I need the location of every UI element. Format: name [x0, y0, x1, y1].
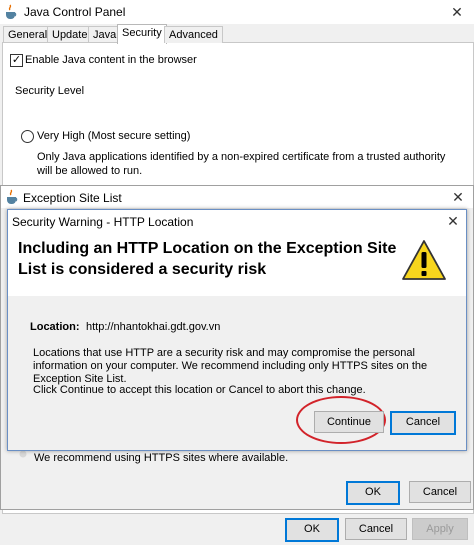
jcp-titlebar[interactable]: Java Control Panel ✕ [0, 0, 474, 24]
jcp-title: Java Control Panel [24, 5, 126, 19]
esl-cancel-button[interactable]: Cancel [409, 481, 471, 503]
very-high-description: Only Java applications identified by a n… [37, 151, 446, 177]
very-high-label: Very High (Most secure setting) [37, 130, 191, 142]
continue-button[interactable]: Continue [314, 411, 384, 433]
checkmark-icon: ✓ [11, 54, 22, 66]
continue-instruction: Click Continue to accept this location o… [33, 384, 366, 396]
very-high-radio[interactable] [21, 130, 34, 143]
tab-security[interactable]: Security [117, 24, 167, 44]
location-value: http://nhantokhai.gdt.gov.vn [86, 321, 221, 333]
esl-ok-button[interactable]: OK [346, 481, 400, 505]
jcp-close-icon[interactable]: ✕ [446, 2, 468, 22]
location-label: Location: [30, 321, 80, 333]
esl-close-icon[interactable]: ✕ [447, 187, 469, 207]
warning-heading: Including an HTTP Location on the Except… [18, 240, 397, 278]
jcp-apply-button[interactable]: Apply [412, 518, 468, 540]
java-cup-icon [6, 4, 17, 19]
tab-update[interactable]: Update [47, 26, 93, 43]
warning-triangle-icon [402, 240, 446, 280]
java-cup-icon [7, 189, 18, 204]
warning-close-icon[interactable]: ✕ [442, 211, 464, 231]
jcp-cancel-button[interactable]: Cancel [345, 518, 407, 540]
esl-titlebar[interactable]: Exception Site List ✕ [1, 186, 473, 208]
esl-title: Exception Site List [23, 191, 122, 205]
warning-cancel-button[interactable]: Cancel [390, 411, 456, 435]
tab-advanced[interactable]: Advanced [164, 26, 223, 43]
info-icon [19, 450, 27, 458]
tab-general[interactable]: General [3, 26, 53, 43]
https-recommendation-text: We recommend using HTTPS sites where ava… [34, 452, 289, 464]
enable-java-label: Enable Java content in the browser [25, 54, 197, 66]
warning-titlebar[interactable]: Security Warning - HTTP Location ✕ [8, 210, 466, 232]
security-warning-dialog: Security Warning - HTTP Location ✕ Inclu… [7, 209, 467, 451]
jcp-ok-button[interactable]: OK [285, 518, 339, 542]
security-level-label: Security Level [15, 85, 85, 97]
risk-description: Locations that use HTTP are a security r… [33, 347, 428, 385]
warning-title: Security Warning - HTTP Location [12, 215, 194, 229]
enable-java-checkbox[interactable]: ✓ [10, 54, 23, 67]
